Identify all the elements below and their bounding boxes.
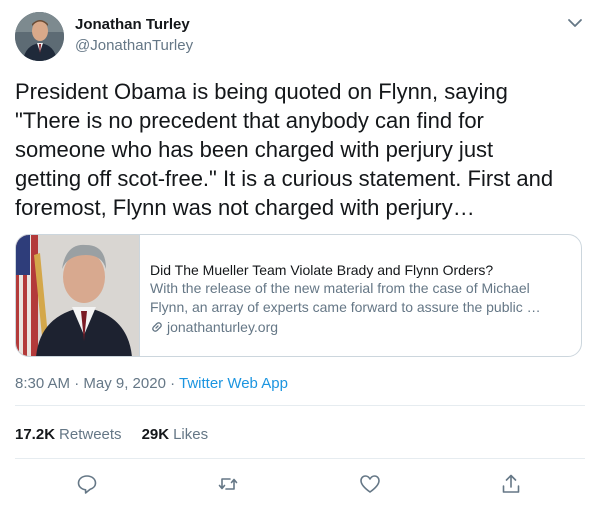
tweet-meta: 8:30 AM · May 9, 2020 · Twitter Web App xyxy=(15,375,288,392)
likes-stat[interactable]: 29K Likes xyxy=(142,426,209,443)
link-card[interactable]: Did The Mueller Team Violate Brady and F… xyxy=(15,234,582,357)
author-avatar[interactable] xyxy=(15,12,64,61)
card-title: Did The Mueller Team Violate Brady and F… xyxy=(150,262,494,278)
likes-count: 29K xyxy=(141,426,170,443)
tweet-text: President Obama is being quoted on Flynn… xyxy=(15,79,554,220)
chevron-down-icon[interactable] xyxy=(564,12,586,34)
tweet: Jonathan Turley @JonathanTurley Presiden… xyxy=(0,0,598,508)
card-domain-row: jonathanturley.org xyxy=(150,317,570,337)
reply-icon[interactable] xyxy=(75,472,99,496)
heart-icon[interactable] xyxy=(358,472,382,496)
tweet-source[interactable]: Twitter Web App xyxy=(179,375,288,392)
tweet-timestamp[interactable]: 8:30 AM · May 9, 2020 xyxy=(15,375,166,392)
card-description: With the release of the new material fro… xyxy=(150,280,541,315)
divider xyxy=(15,458,585,459)
card-domain: jonathanturley.org xyxy=(167,319,279,335)
tweet-stats: 17.2K Retweets 29K Likes xyxy=(15,426,228,443)
retweets-label: Retweets xyxy=(59,426,122,443)
link-icon xyxy=(152,322,162,332)
card-thumbnail xyxy=(16,235,140,356)
likes-label: Likes xyxy=(173,426,209,443)
retweets-stat[interactable]: 17.2K Retweets xyxy=(15,426,122,443)
card-body: Did The Mueller Team Violate Brady and F… xyxy=(150,261,570,337)
retweet-icon[interactable] xyxy=(216,472,240,496)
share-icon[interactable] xyxy=(499,472,523,496)
retweets-count: 17.2K xyxy=(15,426,56,443)
divider xyxy=(15,405,585,406)
author-name[interactable]: Jonathan Turley xyxy=(75,16,190,33)
author-handle[interactable]: @JonathanTurley xyxy=(75,37,193,54)
meta-separator: · xyxy=(165,375,179,392)
